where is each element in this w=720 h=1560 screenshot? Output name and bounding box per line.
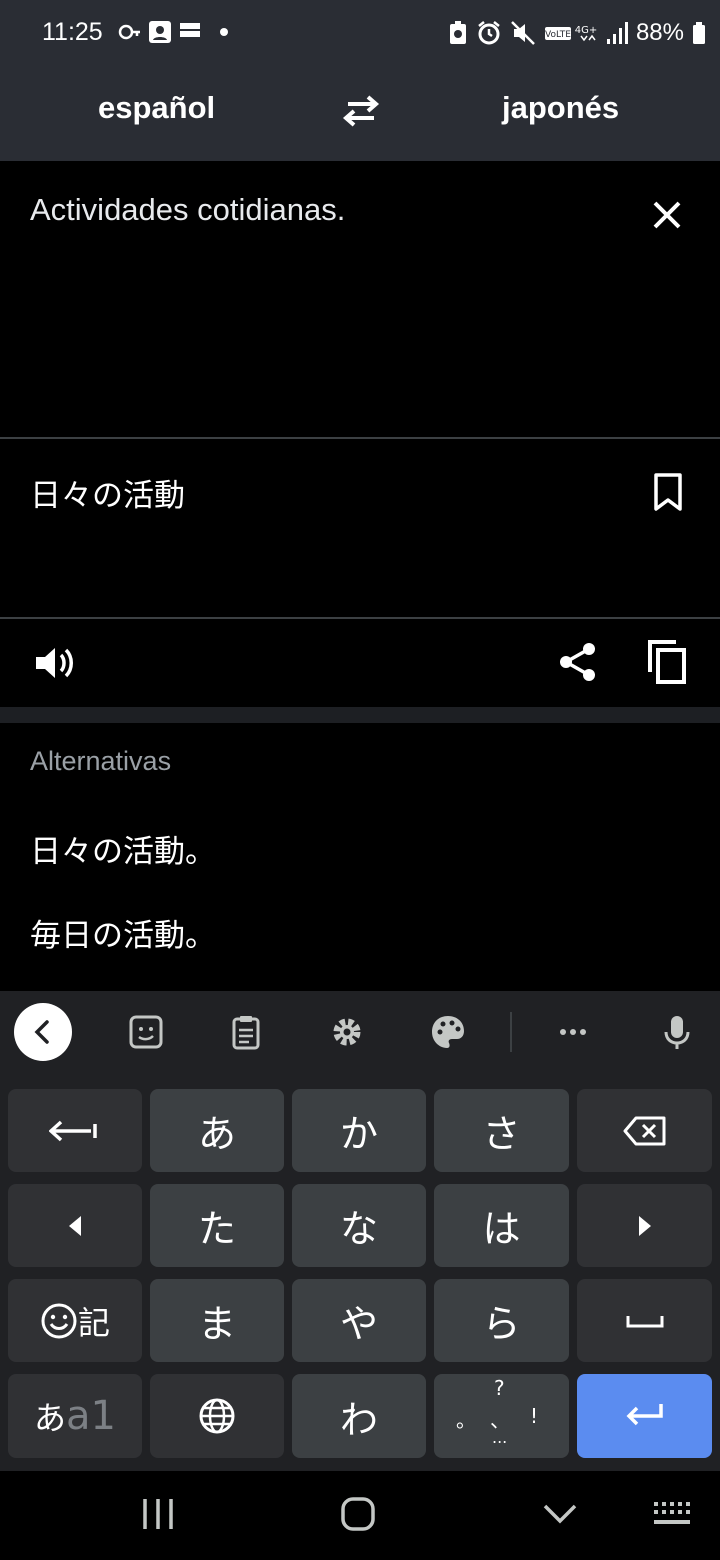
translation-text: 日々の活動 [30,478,185,514]
language-bar: español japonés [0,64,720,161]
clipboard-icon[interactable] [226,1012,266,1052]
key-ha[interactable]: は [434,1184,569,1267]
input-mode-key[interactable]: あ a1 [8,1374,142,1458]
mute-icon [511,21,535,45]
close-icon[interactable] [646,194,688,236]
sticker-icon[interactable] [126,1012,166,1052]
status-icons: VoLTE 4G+ 88% [448,18,706,48]
svg-text:4G+: 4G+ [575,25,598,36]
notification-dot-icon [220,28,228,36]
app-notification-icon [180,23,200,37]
emoji-icon [41,1303,77,1338]
key-ma[interactable]: ま [150,1279,284,1362]
mode-alnum-label: a1 [66,1393,116,1439]
key-a[interactable]: あ [150,1089,284,1172]
alternative-item[interactable]: 日々の活動。 [30,826,216,871]
more-icon[interactable] [553,1012,593,1052]
undo-key[interactable] [8,1089,142,1172]
key-wa[interactable]: わ [292,1374,426,1458]
signal-icon [606,22,628,44]
keyboard-switch-icon[interactable] [652,1500,694,1528]
divider [0,617,720,619]
punct-right: ! [530,1404,539,1428]
volte-4g-icon: VoLTE 4G+ [544,25,598,42]
caret-left-icon [69,1215,81,1236]
punct-top: ? [494,1376,505,1400]
section-separator [0,707,720,723]
battery-saver-icon [449,21,466,44]
mode-kana-label: あ [34,1399,67,1437]
cursor-right-key[interactable] [577,1184,712,1267]
caret-right-icon [638,1215,651,1236]
cursor-left-key[interactable] [8,1184,142,1267]
share-icon[interactable] [556,640,600,684]
language-switch-key[interactable] [150,1374,284,1458]
home-icon[interactable] [338,1494,378,1534]
key-ka[interactable]: か [292,1089,426,1172]
emoji-symbol-key[interactable]: 記 [8,1279,142,1362]
alternative-item[interactable]: 毎日の活動。 [30,910,216,955]
source-language-button[interactable]: español [98,90,215,126]
swap-languages-icon[interactable] [336,86,386,136]
toolbar-collapse-button[interactable] [14,1003,72,1061]
bookmark-icon[interactable] [650,472,686,512]
emoji-key-label: 記 [77,1303,110,1342]
backspace-key[interactable] [577,1089,712,1172]
theme-palette-icon[interactable] [428,1012,468,1052]
enter-key[interactable] [577,1374,712,1458]
globe-icon [199,1398,235,1434]
key-ya[interactable]: や [292,1279,426,1362]
space-key[interactable] [577,1279,712,1362]
space-icon [626,1315,663,1327]
account-badge-icon [149,21,171,43]
battery-percentage: 88% [635,19,684,46]
chevron-left-icon [34,1020,49,1044]
target-language-button[interactable]: japonés [502,90,619,126]
backspace-icon [623,1116,665,1145]
gear-icon[interactable] [327,1012,367,1052]
punct-left: 。 [456,1408,476,1432]
vpn-key-icon [118,24,140,40]
undo-arrow-icon [49,1120,97,1141]
copy-icon[interactable] [644,638,690,686]
status-time: 11:25 [42,18,103,46]
punctuation-key[interactable]: ? 。 、 ! ... [434,1374,569,1458]
speaker-icon[interactable] [32,641,76,685]
key-na[interactable]: な [292,1184,426,1267]
key-ra[interactable]: ら [434,1279,569,1362]
key-ta[interactable]: た [150,1184,284,1267]
battery-icon [693,22,705,44]
microphone-icon[interactable] [657,1012,697,1052]
source-text-input[interactable]: Actividades cotidianas. [30,192,345,228]
key-sa[interactable]: さ [434,1089,569,1172]
enter-icon [626,1404,663,1426]
alternatives-heading: Alternativas [30,746,172,776]
chevron-down-icon[interactable] [540,1496,580,1532]
divider [0,437,720,439]
recent-apps-icon[interactable] [138,1496,178,1532]
punct-bottom: ... [492,1428,508,1447]
toolbar-divider [510,1012,512,1052]
alarm-icon [478,21,500,45]
svg-text:VoLTE: VoLTE [545,30,571,40]
